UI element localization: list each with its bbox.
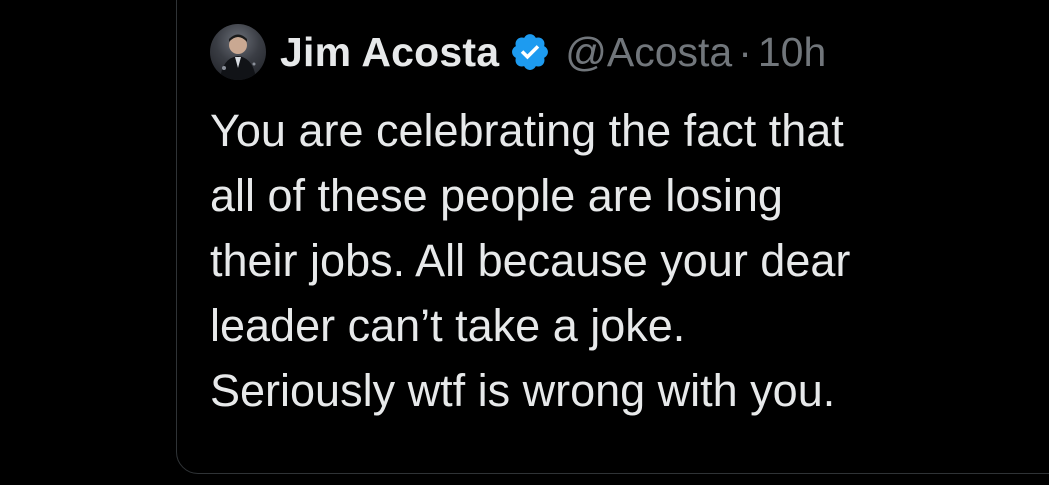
tweet-text-line: all of these people are losing [210,170,783,221]
tweet-header: Jim Acosta @Acosta · 10h [210,24,826,80]
verified-badge-icon [512,34,549,70]
avatar[interactable] [210,24,266,80]
tweet-text-line: Seriously wtf is wrong with you. [210,365,836,416]
tweet-text-line: leader can’t take a joke. [210,300,686,351]
tweet-text-line: You are celebrating the fact that [210,105,844,156]
avatar-person-icon [220,34,256,80]
timestamp[interactable]: 10h [758,29,826,76]
separator-dot: · [738,28,752,75]
display-name[interactable]: Jim Acosta [280,29,499,76]
tweet-text: You are celebrating the fact that all of… [210,98,1030,423]
handle[interactable]: @Acosta [565,29,732,76]
tweet-text-line: their jobs. All because your dear [210,235,851,286]
